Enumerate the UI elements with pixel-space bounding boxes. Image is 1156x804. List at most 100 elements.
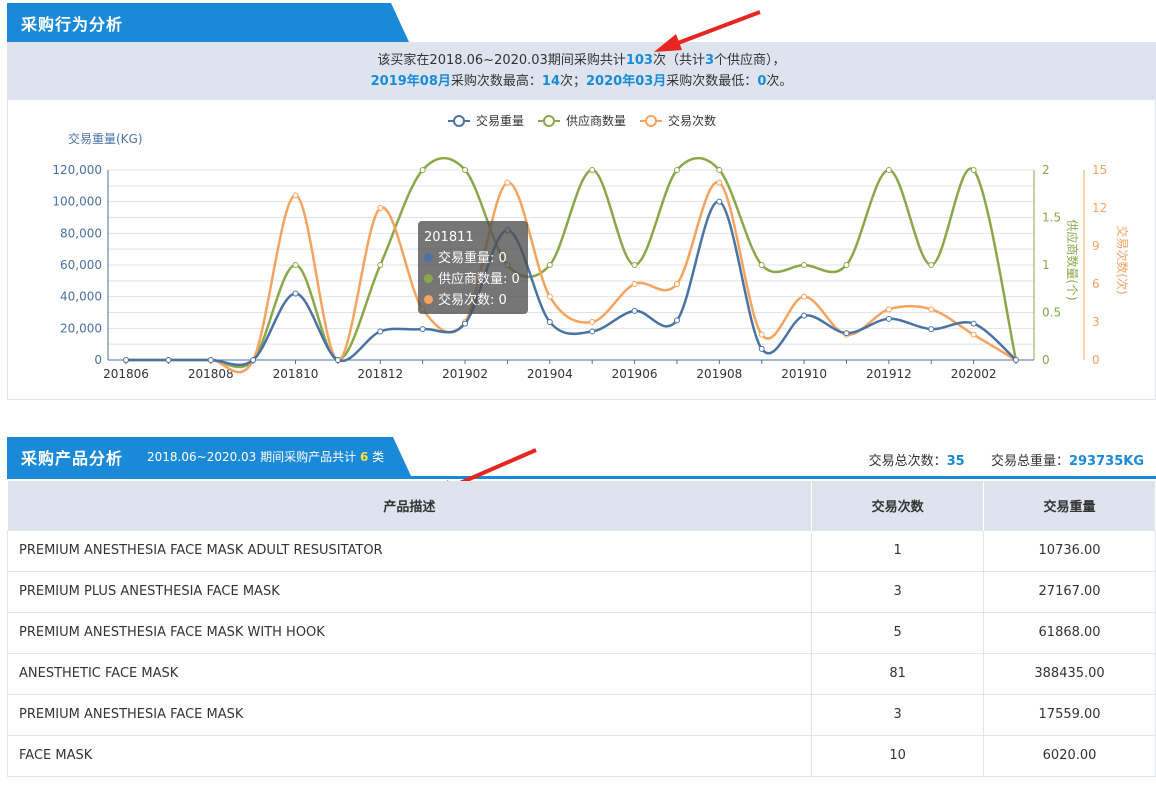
table-row[interactable]: ANESTHETIC FACE MASK 81 388435.00 — [6, 652, 1156, 695]
x-tick-label: 201910 — [781, 367, 827, 381]
column-header-weight[interactable]: 交易重量 — [983, 481, 1156, 530]
y-right2-tick-label: 12 — [1092, 201, 1107, 215]
legend-marker-icon — [543, 115, 555, 127]
total-weight: 293735KG — [1068, 454, 1144, 469]
y-right2-tick-label: 0 — [1092, 353, 1100, 367]
data-point — [885, 315, 892, 322]
product-description: PREMIUM PLUS ANESTHESIA FACE MASK — [6, 570, 813, 613]
y-left-tick-label: 40,000 — [60, 290, 102, 304]
data-point — [419, 326, 426, 333]
max-count: 14 — [541, 74, 560, 89]
product-description: ANESTHETIC FACE MASK — [6, 652, 813, 695]
summary-line-1: 该买家在2018.06~2020.03期间采购共计103次（共计3个供应商）， — [7, 50, 1156, 71]
y-right2-tick-label: 3 — [1092, 315, 1100, 329]
table-row[interactable]: PREMIUM ANESTHESIA FACE MASK 3 17559.00 — [6, 693, 1156, 736]
y-right2-tick-label: 9 — [1092, 239, 1100, 253]
product-count: 3 — [811, 693, 985, 736]
data-point — [250, 357, 257, 363]
column-header-count[interactable]: 交易次数 — [811, 481, 985, 530]
summary-text: 次。 — [766, 74, 793, 89]
product-weight: 27167.00 — [983, 570, 1156, 613]
x-tick-label: 202002 — [951, 367, 997, 381]
purchase-chart[interactable]: 0 20,000 40,000 60,000 80,000 100,000 120,000 0… — [7, 100, 1156, 400]
data-point — [758, 345, 765, 352]
data-point — [843, 330, 850, 337]
product-weight: 10736.00 — [983, 529, 1156, 572]
data-point — [758, 331, 765, 338]
min-count: 0 — [757, 74, 767, 89]
tooltip-row-weight: 交易重量: 0 — [424, 248, 522, 269]
data-point — [462, 167, 469, 173]
data-point — [970, 320, 977, 327]
tooltip-row-transactions: 交易次数: 0 — [424, 290, 522, 311]
x-tick-label: 201806 — [103, 367, 149, 381]
data-point — [589, 167, 596, 173]
product-weight: 388435.00 — [983, 652, 1156, 695]
total-count-label: 交易总次数： — [868, 454, 947, 469]
table-row[interactable]: PREMIUM PLUS ANESTHESIA FACE MASK 3 2716… — [6, 570, 1156, 613]
legend-label: 交易次数 — [668, 113, 716, 128]
product-category-count: 6 — [359, 450, 369, 464]
table-header-row: 产品描述 交易次数 交易重量 — [7, 481, 1156, 530]
data-point — [928, 326, 935, 333]
legend-marker-icon — [645, 115, 657, 127]
summary-text: 次； — [560, 74, 587, 89]
data-point — [292, 290, 299, 297]
summary-text: 个供应商）， — [714, 53, 786, 68]
data-point — [673, 281, 680, 287]
tooltip-row-suppliers: 供应商数量: 0 — [424, 269, 522, 290]
y-right1-tick-label: 2 — [1042, 163, 1050, 177]
data-point — [334, 357, 341, 363]
data-point — [673, 317, 680, 324]
behavior-title: 采购行为分析 — [21, 14, 124, 34]
data-point — [377, 328, 384, 335]
products-totals: 交易总次数：35 交易总重量：293735KG — [869, 450, 1144, 469]
x-tick-label: 201808 — [188, 367, 234, 381]
products-section-tab: 采购产品分析 2018.06~2020.03 期间采购产品共计 6 类 — [7, 437, 411, 476]
legend-label: 交易重量 — [476, 113, 524, 128]
behavior-section-tab: 采购行为分析 — [7, 3, 409, 42]
tooltip-row-text: 交易次数: 0 — [438, 293, 507, 308]
table-row[interactable]: PREMIUM ANESTHESIA FACE MASK ADULT RESUS… — [6, 529, 1156, 572]
product-count: 5 — [811, 611, 985, 654]
purchase-count: 103 — [625, 53, 653, 68]
table-row[interactable]: PREMIUM ANESTHESIA FACE MASK WITH HOOK 5… — [6, 611, 1156, 654]
supplier-count: 3 — [705, 53, 715, 68]
y-right1-tick-label: 0 — [1042, 353, 1050, 367]
data-point — [801, 312, 808, 319]
y-left-tick-label: 60,000 — [60, 258, 102, 272]
product-weight: 61868.00 — [983, 611, 1156, 654]
x-tick-label: 201810 — [273, 367, 319, 381]
tooltip-row-text: 交易重量: 0 — [438, 251, 507, 266]
summary-line-2: 2019年08月采购次数最高：14次；2020年03月采购次数最低：0次。 — [7, 71, 1156, 92]
products-title: 采购产品分析 — [21, 448, 124, 468]
data-point — [377, 262, 384, 268]
data-point — [377, 205, 384, 211]
data-point — [589, 328, 596, 335]
y-right1-axis-label: 供应商数量(个) — [1065, 219, 1080, 300]
legend-label: 供应商数量 — [566, 113, 626, 128]
y-right2-axis-label: 交易次数(次) — [1115, 225, 1130, 294]
column-header-description[interactable]: 产品描述 — [7, 481, 813, 530]
data-point — [970, 167, 977, 173]
data-point — [462, 320, 469, 327]
product-count: 10 — [811, 734, 985, 777]
table-row[interactable]: FACE MASK 10 6020.00 — [6, 734, 1156, 777]
product-count: 3 — [811, 570, 985, 613]
product-description: FACE MASK — [6, 734, 813, 777]
behavior-summary: 该买家在2018.06~2020.03期间采购共计103次（共计3个供应商）， … — [7, 42, 1156, 100]
data-point — [716, 198, 723, 205]
data-point — [928, 262, 935, 268]
legend-marker-icon — [453, 115, 465, 127]
total-count: 35 — [946, 454, 965, 469]
chart-svg[interactable]: 0 20,000 40,000 60,000 80,000 100,000 120,000 0… — [8, 100, 1156, 400]
x-tick-label: 201906 — [612, 367, 658, 381]
x-tick-label: 201812 — [357, 367, 403, 381]
x-tick-label: 201912 — [866, 367, 912, 381]
data-point — [631, 262, 638, 268]
data-point — [1013, 357, 1019, 363]
y-left-tick-label: 20,000 — [60, 321, 102, 335]
x-tick-label: 201902 — [442, 367, 488, 381]
y-right1-tick-label: 0.5 — [1042, 306, 1061, 320]
total-weight-label: 交易总重量： — [990, 454, 1069, 469]
